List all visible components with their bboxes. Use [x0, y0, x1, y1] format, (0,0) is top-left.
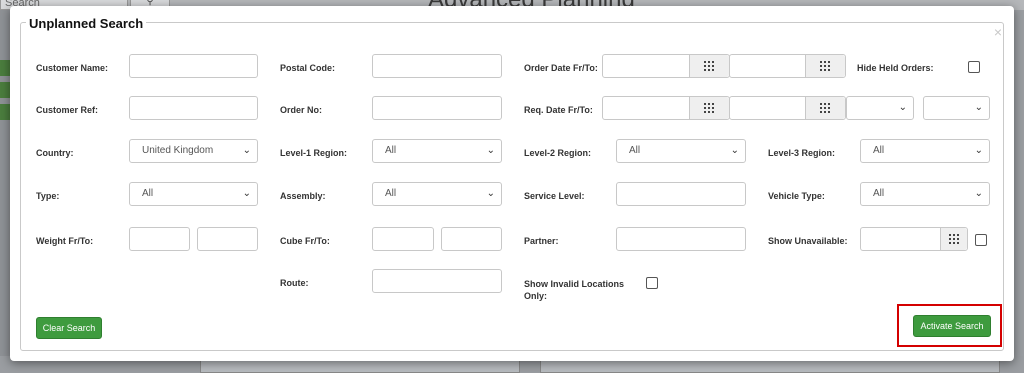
cube-label: Cube Fr/To:	[280, 236, 330, 246]
activate-search-button[interactable]: Activate Search	[913, 315, 991, 337]
chevron-down-icon: ⌄	[486, 188, 495, 199]
customer-ref-label: Customer Ref:	[36, 105, 99, 115]
req-date-to-input[interactable]	[729, 96, 846, 120]
order-no-label: Order No:	[280, 105, 323, 115]
calendar-button[interactable]	[689, 55, 729, 77]
calendar-button[interactable]	[689, 97, 729, 119]
order-no-input[interactable]	[372, 96, 502, 120]
show-unavailable-checkbox[interactable]	[975, 234, 987, 246]
level1-region-select[interactable]: All ⌄	[372, 139, 502, 163]
level3-region-select[interactable]: All ⌄	[860, 139, 990, 163]
assembly-select[interactable]: All ⌄	[372, 182, 502, 206]
weight-to-input[interactable]	[197, 227, 258, 251]
calendar-grid-icon	[704, 103, 714, 113]
chevron-down-icon: ⌄	[898, 102, 907, 113]
cube-from-input[interactable]	[372, 227, 434, 251]
req-date-from-input[interactable]	[602, 96, 730, 120]
level3-region-value: All	[873, 145, 885, 156]
country-label: Country:	[36, 148, 74, 158]
weight-from-input[interactable]	[129, 227, 190, 251]
chevron-down-icon: ⌄	[730, 145, 739, 156]
level1-region-label: Level-1 Region:	[280, 148, 348, 158]
service-level-input[interactable]	[616, 182, 746, 206]
unplanned-search-modal: × Unplanned Search Customer Name: Custom…	[10, 6, 1014, 361]
chevron-down-icon: ⌄	[974, 188, 983, 199]
vehicle-type-select[interactable]: All ⌄	[860, 182, 990, 206]
customer-name-label: Customer Name:	[36, 63, 109, 73]
calendar-grid-icon	[949, 234, 959, 244]
route-input[interactable]	[372, 269, 502, 293]
level2-region-select[interactable]: All ⌄	[616, 139, 746, 163]
assembly-value: All	[385, 188, 397, 199]
chevron-down-icon: ⌄	[242, 145, 251, 156]
chevron-down-icon: ⌄	[974, 102, 983, 113]
country-select[interactable]: United Kingdom ⌄	[129, 139, 258, 163]
calendar-button[interactable]	[805, 55, 845, 77]
customer-ref-input[interactable]	[129, 96, 258, 120]
req-date-label: Req. Date Fr/To:	[524, 105, 593, 115]
req-date-minute-select[interactable]: ⌄	[923, 96, 990, 120]
weight-label: Weight Fr/To:	[36, 236, 94, 246]
level2-region-value: All	[629, 145, 641, 156]
order-date-label: Order Date Fr/To:	[524, 63, 598, 73]
hide-held-orders-checkbox[interactable]	[968, 61, 980, 73]
order-date-from-input[interactable]	[602, 54, 730, 78]
country-value: United Kingdom	[142, 145, 214, 156]
background-right-strip	[1014, 10, 1024, 356]
cube-to-input[interactable]	[441, 227, 502, 251]
calendar-button[interactable]	[805, 97, 845, 119]
type-value: All	[142, 188, 154, 199]
route-label: Route:	[280, 278, 309, 288]
level2-region-label: Level-2 Region:	[524, 148, 592, 158]
invalid-locations-checkbox[interactable]	[646, 277, 658, 289]
postal-code-input[interactable]	[372, 54, 502, 78]
postal-code-label: Postal Code:	[280, 63, 336, 73]
invalid-locations-label: Show Invalid Locations Only:	[524, 279, 625, 301]
show-unavailable-date-input[interactable]	[860, 227, 968, 251]
partner-input[interactable]	[616, 227, 746, 251]
clear-search-button[interactable]: Clear Search	[36, 317, 102, 339]
chevron-down-icon: ⌄	[974, 145, 983, 156]
type-label: Type:	[36, 191, 60, 201]
customer-name-input[interactable]	[129, 54, 258, 78]
chevron-down-icon: ⌄	[242, 188, 251, 199]
chevron-down-icon: ⌄	[486, 145, 495, 156]
vehicle-type-label: Vehicle Type:	[768, 191, 825, 201]
hide-held-orders-label: Hide Held Orders:	[857, 63, 934, 73]
service-level-label: Service Level:	[524, 191, 585, 201]
calendar-grid-icon	[820, 61, 830, 71]
level1-region-value: All	[385, 145, 397, 156]
type-select[interactable]: All ⌄	[129, 182, 258, 206]
calendar-grid-icon	[704, 61, 714, 71]
level3-region-label: Level-3 Region:	[768, 148, 836, 158]
show-unavailable-label: Show Unavailable:	[768, 236, 848, 246]
background-left-strip	[0, 60, 10, 160]
vehicle-type-value: All	[873, 188, 885, 199]
order-date-to-input[interactable]	[729, 54, 846, 78]
calendar-button[interactable]	[940, 228, 967, 250]
assembly-label: Assembly:	[280, 191, 326, 201]
partner-label: Partner:	[524, 236, 559, 246]
calendar-grid-icon	[820, 103, 830, 113]
modal-legend: Unplanned Search	[26, 16, 147, 31]
req-date-hour-select[interactable]: ⌄	[846, 96, 914, 120]
